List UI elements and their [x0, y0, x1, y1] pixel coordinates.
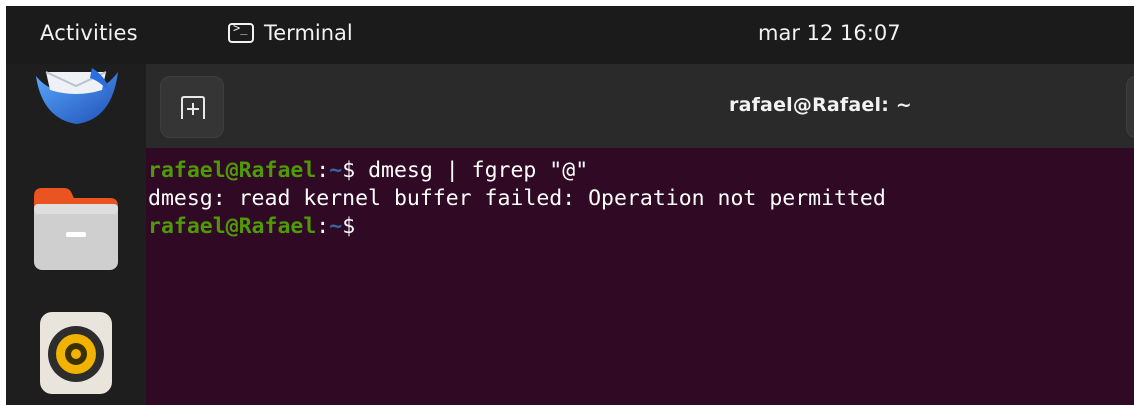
terminal-glyph: >_	[233, 21, 248, 35]
clock[interactable]: mar 12 16:07	[758, 21, 901, 45]
window-title: rafael@Rafael: ~	[729, 94, 912, 116]
terminal-headerbar: rafael@Rafael: ~	[146, 64, 1134, 148]
desktop-frame: Activities >_ Terminal mar 12 16:07 rafa…	[6, 6, 1134, 405]
new-tab-button[interactable]	[160, 76, 224, 138]
command-text: dmesg | fgrep "@"	[355, 158, 589, 183]
prompt-user: rafael@Rafael	[148, 158, 317, 183]
prompt-path: ~	[329, 158, 343, 183]
prompt-separator: :	[316, 158, 330, 183]
prompt-path: ~	[329, 214, 343, 239]
terminal-line: rafael@Rafael:~$ dmesg | fgrep "@"	[148, 158, 588, 184]
files-app-icon[interactable]	[32, 184, 120, 272]
terminal-content[interactable]: rafael@Rafael:~$ dmesg | fgrep "@" dmesg…	[146, 148, 1134, 405]
rhythmbox-app-icon[interactable]	[38, 310, 114, 396]
mail-app-icon[interactable]	[32, 68, 120, 128]
activities-button[interactable]: Activities	[40, 21, 138, 45]
terminal-output-line: dmesg: read kernel buffer failed: Operat…	[148, 186, 886, 211]
top-bar: Activities >_ Terminal mar 12 16:07	[6, 6, 1134, 64]
prompt-user: rafael@Rafael	[148, 214, 317, 239]
terminal-app-icon: >_	[228, 21, 254, 43]
app-menu[interactable]: >_ Terminal	[228, 21, 353, 45]
search-button-partial[interactable]	[1126, 76, 1134, 138]
prompt-dollar: $	[342, 214, 356, 239]
new-tab-icon	[181, 96, 205, 119]
app-menu-label: Terminal	[264, 21, 353, 45]
dock	[6, 64, 146, 405]
prompt-separator: :	[316, 214, 330, 239]
terminal-line: rafael@Rafael:~$	[148, 214, 355, 240]
prompt-dollar: $	[342, 158, 356, 183]
